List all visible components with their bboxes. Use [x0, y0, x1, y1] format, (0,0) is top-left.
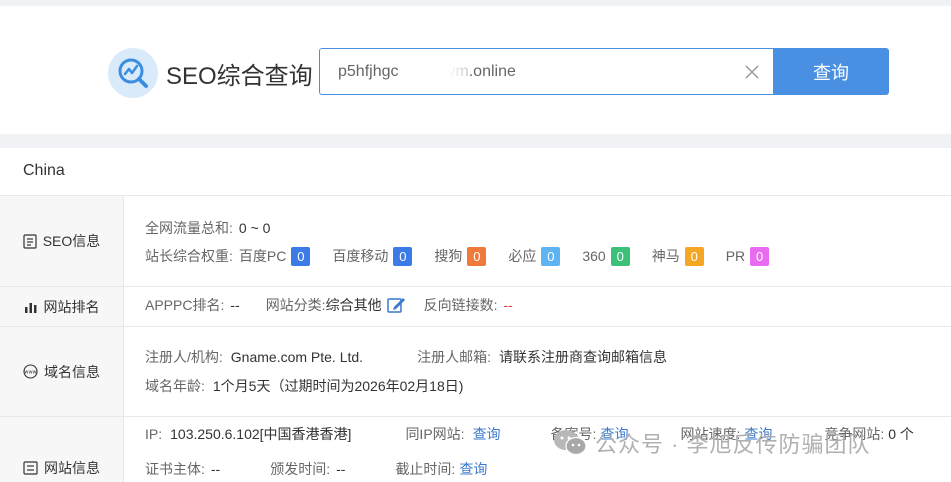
cert-row: 证书主体: -- 颁发时间: -- 截止时间: 查询: [145, 459, 487, 479]
divider: [0, 416, 951, 417]
competitor-label: 竞争网站:: [824, 426, 885, 442]
competitor-value: 0 个: [888, 426, 914, 442]
svg-text:www: www: [24, 370, 36, 376]
ip-value: 103.250.6.102[中国香港香港]: [170, 426, 352, 442]
apppc-label: APPPC排名:: [145, 297, 225, 313]
logo-icon: [108, 48, 158, 98]
category-value: 综合其他: [325, 297, 382, 313]
page-title: SEO综合查询: [166, 62, 313, 90]
weight-baidu-mobile[interactable]: 百度移动 0: [332, 246, 413, 266]
registrant-value: Gname.com Pte. Ltd.: [230, 349, 364, 365]
traffic-label: 全网流量总和:: [145, 220, 233, 236]
search-input[interactable]: [338, 61, 738, 83]
issue-value: --: [336, 461, 346, 477]
logo: SEO综合查询: [108, 48, 313, 98]
list-icon: [23, 460, 38, 475]
email-label: 注册人邮箱:: [417, 349, 491, 365]
apppc-value: --: [230, 297, 240, 313]
weight-sogou[interactable]: 搜狗 0: [434, 246, 487, 266]
weight-360[interactable]: 360 0: [582, 246, 630, 266]
bar-chart-icon: [24, 302, 36, 313]
edit-icon[interactable]: [386, 295, 406, 315]
weight-bing[interactable]: 必应 0: [508, 246, 561, 266]
icp-link[interactable]: 查询: [600, 424, 628, 444]
section-site: 网站信息: [0, 417, 124, 482]
email-value: 请联系注册商查询邮箱信息: [498, 349, 667, 365]
info-panel: China SEO信息 全网流量总和: 0 ~ 0 站长综合权重: 百度PC 0 …: [0, 148, 951, 482]
section-label: 域名信息: [44, 363, 100, 380]
backlinks-value: --: [503, 297, 513, 313]
expire-label: 截止时间:: [395, 461, 456, 477]
speed-label: 网站速度:: [680, 426, 741, 442]
traffic-row: 全网流量总和: 0 ~ 0: [145, 218, 270, 238]
section-seo: SEO信息: [0, 196, 124, 286]
weight-shenma[interactable]: 神马 0: [652, 246, 704, 266]
category-label: 网站分类:: [265, 297, 326, 313]
speed-link[interactable]: 查询: [744, 424, 772, 444]
weight-label: 站长综合权重:: [145, 248, 233, 264]
document-icon: [23, 233, 37, 249]
expire-link[interactable]: 查询: [459, 459, 487, 479]
redaction-mask: [418, 61, 470, 83]
same-ip-link[interactable]: 查询: [473, 424, 501, 444]
region-label: China: [23, 162, 65, 179]
section-label: SEO信息: [42, 233, 101, 249]
section-label: 网站信息: [44, 459, 100, 476]
clear-icon[interactable]: [744, 64, 760, 80]
cert-label: 证书主体:: [145, 461, 205, 477]
search-panel: SEO综合查询 查询: [0, 6, 951, 134]
ip-row: IP: 103.250.6.102[中国香港香港] 同IP网站: 查询 备案号:…: [145, 424, 914, 444]
registrant-row: 注册人/机构: Gname.com Pte. Ltd. 注册人邮箱: 请联系注册…: [145, 347, 667, 367]
divider: [0, 326, 951, 327]
age-row: 域名年龄: 1个月5天（过期时间为2026年02月18日): [145, 376, 463, 396]
weight-baidu-pc[interactable]: 百度PC 0: [239, 246, 311, 266]
search-box: [319, 48, 773, 95]
age-label: 域名年龄:: [145, 378, 205, 394]
divider: [0, 195, 951, 196]
section-rank: 网站排名: [0, 287, 124, 326]
cert-value: --: [210, 461, 221, 477]
traffic-value: 0 ~ 0: [238, 220, 271, 236]
search-button[interactable]: 查询: [773, 48, 889, 95]
registrant-label: 注册人/机构:: [145, 349, 223, 365]
same-ip-label: 同IP网站:: [405, 426, 465, 442]
age-value: 1个月5天（过期时间为2026年02月18日): [212, 378, 464, 394]
divider: [0, 286, 951, 287]
ip-label: IP:: [145, 426, 163, 442]
section-label: 网站排名: [43, 298, 100, 315]
issue-label: 颁发时间:: [270, 461, 331, 477]
icp-label: 备案号:: [550, 426, 597, 442]
weight-row: 站长综合权重: 百度PC 0 百度移动 0 搜狗 0 必应 0 360 0 神马 0 PR 0: [145, 246, 791, 266]
www-icon: www: [23, 364, 38, 379]
section-domain: www 域名信息: [0, 327, 124, 416]
rank-row: APPPC排名: -- 网站分类: 综合其他 反向链接数: --: [145, 295, 513, 315]
weight-pr[interactable]: PR 0: [726, 246, 770, 266]
backlinks-label: 反向链接数:: [423, 297, 498, 313]
